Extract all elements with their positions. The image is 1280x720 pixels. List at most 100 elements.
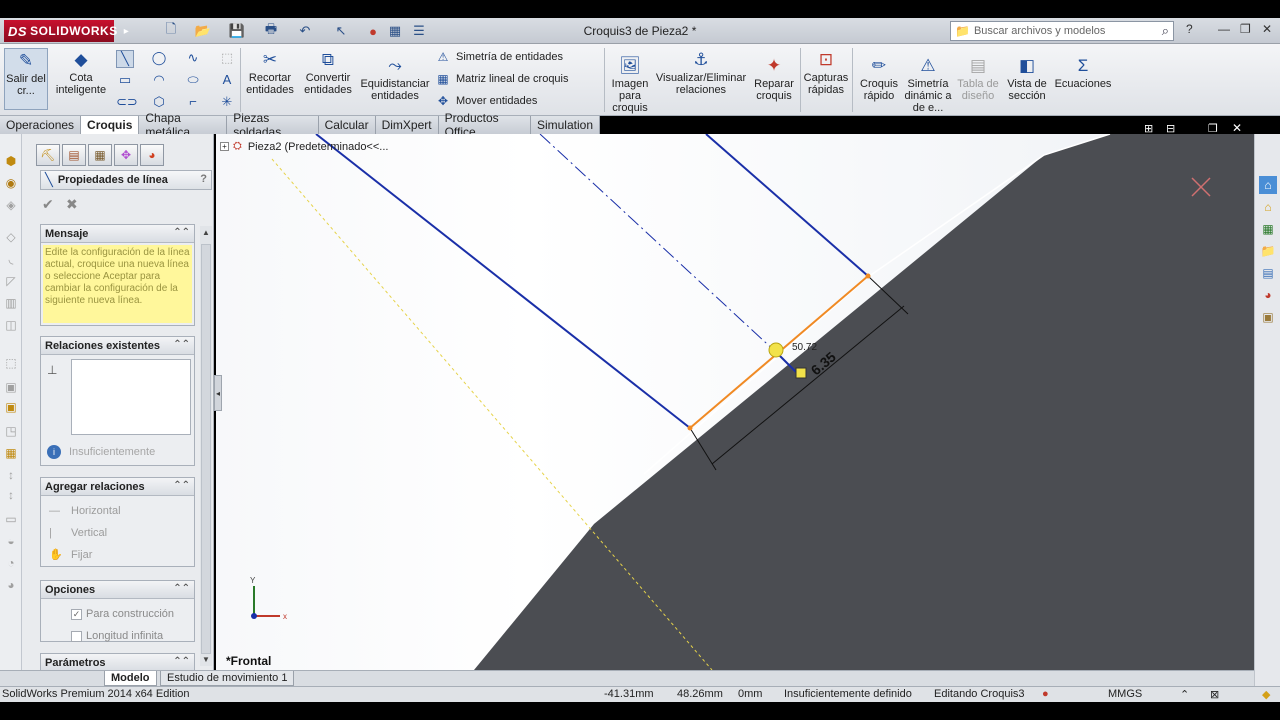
collapse-icon[interactable]: ⌃⌃ [173,480,190,491]
cut-icon[interactable]: ◇ [3,230,19,246]
tab-croquis[interactable]: Croquis [81,116,140,134]
circle-tool-icon[interactable]: ◯ [150,50,168,66]
fillet-icon[interactable]: ◟ [3,252,19,268]
sketch-line[interactable] [315,134,691,429]
feature-tree-tab-icon[interactable]: ⛏ [36,144,60,166]
extrude-icon[interactable]: ⬢ [3,154,19,170]
design-table-button[interactable]: ▤ Tabla de diseño [954,54,1002,102]
mirror-button[interactable]: ⚠ Simetría de entidades [434,50,563,64]
tab-dimxpert[interactable]: DimXpert [375,116,439,134]
point-tool-icon[interactable]: ✳ [218,94,236,110]
wrap-icon[interactable]: ▣ [3,380,19,396]
search-box[interactable]: 📁 Buscar archivos y modelos ⌕ [950,21,1174,41]
dimension-icon[interactable]: ↕ [3,468,19,484]
collapse-icon[interactable]: ⌃⌃ [173,583,190,594]
repair-sketch-button[interactable]: ✦ Reparar croquis [752,54,796,102]
search-icon[interactable]: ⌕ [1162,23,1169,39]
panel-scrollbar[interactable]: ▲ ▼ [200,226,212,666]
scroll-thumb[interactable] [201,244,211,654]
text-tool-icon[interactable]: A [218,72,236,87]
scroll-up-icon[interactable]: ▲ [200,228,212,237]
linear-pattern-button[interactable]: ▦ Matriz lineal de croquis [434,72,568,86]
fillet-tool-icon[interactable]: ⌐ [184,94,202,109]
display-relations-button[interactable]: ⚓ Visualizar/Eliminar relaciones [654,48,748,96]
exit-sketch-button[interactable]: ✎ Salir del cr... [4,48,48,110]
infinite-length-option[interactable]: Longitud infinita [71,625,194,647]
hole-icon[interactable]: ↕ [3,488,19,504]
scroll-down-icon[interactable]: ▼ [200,655,212,664]
relations-list[interactable] [71,359,191,435]
infinite-length-checkbox[interactable] [71,630,82,642]
configuration-manager-tab-icon[interactable]: ▦ [88,144,112,166]
units-menu-icon[interactable]: ⌃ [1180,688,1189,701]
polygon-tool-icon[interactable]: ⬡ [150,94,168,110]
dynamic-mirror-button[interactable]: ⚠ Simetría dinámic a de e... [904,54,952,114]
help-status-icon[interactable]: ◆ [1262,688,1270,701]
sketch-line[interactable] [705,134,869,277]
sketch-canvas[interactable]: 50.72 6.35 Y x [216,134,1254,670]
rectangle-tool-icon[interactable]: ▭ [116,72,134,88]
sketch-picture-button[interactable]: 🖼 Imagen para croquis [606,54,654,114]
section-view-button[interactable]: ◧ Vista de sección [1004,54,1050,102]
custom-properties-icon[interactable]: ▣ [1259,308,1277,326]
arc-tool-icon[interactable]: ◠ [150,72,168,88]
restore-icon[interactable]: ❐ [1240,22,1251,36]
viewport-restore-icon[interactable]: ❐ [1208,122,1218,135]
cancel-x-icon[interactable]: ✖ [66,196,78,213]
dimxpert-tab-icon[interactable]: ✥ [114,144,138,166]
relation-horizontal[interactable]: — Horizontal [49,500,194,522]
collapse-icon[interactable]: ⌃⌃ [173,656,190,667]
tab-motion-study[interactable]: Estudio de movimiento 1 [160,671,295,686]
add-relations-header[interactable]: Agregar relaciones ⌃⌃ [41,478,194,496]
existing-relations-header[interactable]: Relaciones existentes ⌃⌃ [41,337,194,355]
help-icon[interactable]: ? [200,173,207,185]
view-palette-icon[interactable]: ▤ [1259,264,1277,282]
smart-dimension-button[interactable]: ◆ Cota inteligente [52,48,110,96]
property-manager-tab-icon[interactable]: ▤ [62,144,86,166]
pattern-icon[interactable]: ⬚ [3,356,19,372]
collapse-icon[interactable]: ⌃⌃ [173,339,190,350]
offset-button[interactable]: ⤳ Equidistanciar entidades [360,54,430,102]
quick-snaps-button[interactable]: ⊡ Capturas rápidas [802,48,850,96]
move-button[interactable]: ✥ Mover entidades [434,94,537,108]
rapid-sketch-button[interactable]: ✏ Croquis rápido [856,54,902,102]
flex-icon[interactable]: ◒ [3,534,19,550]
tab-calcular[interactable]: Calcular [318,116,376,134]
close-icon[interactable]: ✕ [1262,22,1272,36]
line-endpoint[interactable] [865,273,871,279]
relation-fix[interactable]: ✋ Fijar [49,544,194,566]
construction-checkbox[interactable]: ✓ [71,608,82,620]
help-icon[interactable]: ? [1186,22,1193,36]
resources-icon[interactable]: ⌂ [1259,176,1277,194]
ok-check-icon[interactable]: ✔ [42,196,54,213]
tab-chapa-metalica[interactable]: Chapa metálica [139,111,228,139]
quick-tips-icon[interactable]: ⊠ [1210,688,1219,701]
shell-icon[interactable]: ◫ [3,318,19,334]
tab-piezas-soldadas[interactable]: Piezas soldadas [227,111,319,139]
collapse-icon[interactable]: ⌃⌃ [173,227,190,238]
viewport-tile-icon[interactable]: ⊞ [1144,122,1153,135]
rib-icon[interactable]: ▥ [3,296,19,312]
options-header[interactable]: Opciones ⌃⌃ [41,581,194,599]
reference-geometry-icon[interactable]: ▣ [3,400,19,416]
line-tool-icon[interactable]: ╲ [116,50,134,68]
construction-option[interactable]: ✓ Para construcción [71,603,194,625]
relation-vertical[interactable]: | Vertical [49,522,194,544]
slot-tool-icon[interactable]: ⊂⊃ [116,94,138,110]
display-manager-tab-icon[interactable]: ◕ [140,144,164,166]
units-text[interactable]: MMGS [1108,688,1142,700]
tab-productos-office[interactable]: Productos Office [438,111,531,139]
minimize-icon[interactable]: — [1218,22,1230,36]
graphics-area[interactable]: 50.72 6.35 Y x + ⛭ Pieza2 (Predeterminad… [216,134,1254,670]
trim-button[interactable]: ✂ Recortar entidades [244,48,296,96]
spline-tool-icon[interactable]: ∿ [184,50,202,66]
tab-operaciones[interactable]: Operaciones [0,116,82,134]
feature-tree-flyout[interactable]: + ⛭ Pieza2 (Predeterminado<<... [220,140,388,153]
design-library-icon[interactable]: ⌂ [1259,198,1277,216]
panel-collapse-handle[interactable]: ◂ [214,375,222,411]
instant3d-icon[interactable]: ▦ [3,446,19,462]
convert-button[interactable]: ⧉ Convertir entidades [300,48,356,96]
ellipse-tool-icon[interactable]: ⬭ [184,72,202,88]
file-explorer-icon[interactable]: ▦ [1259,220,1277,238]
line-endpoint[interactable] [687,425,693,431]
